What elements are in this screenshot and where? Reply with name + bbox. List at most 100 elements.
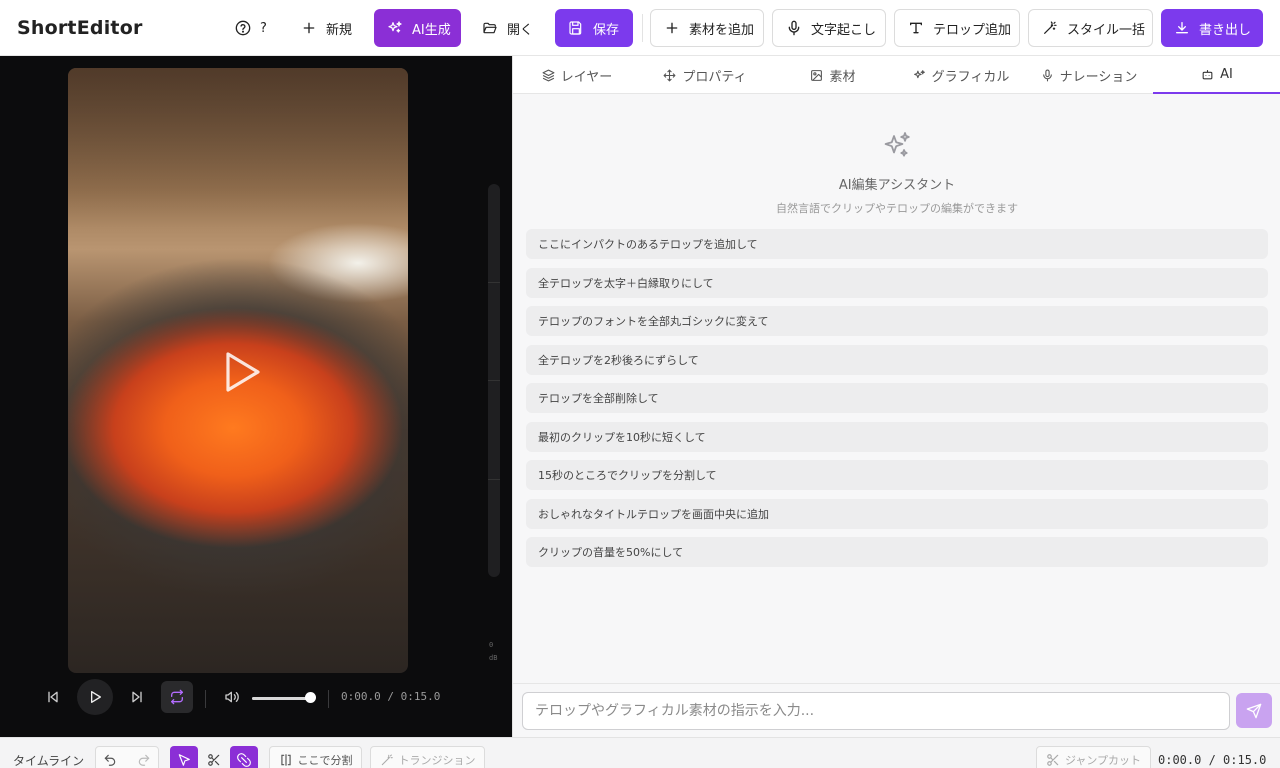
mic-icon (1042, 69, 1052, 81)
timeline-toolbar: タイムライン ここで分割 トランジション ジャンプカット 0:00.0 / 0:… (0, 737, 1280, 768)
ai-generate-label: AI生成 (412, 22, 451, 38)
new-label: 新規 (326, 22, 353, 38)
ai-prompt-input[interactable] (522, 692, 1230, 730)
app-header: ShortEditor ? 新規 AI生成 開く 保存 素材を追加 文字起こし … (0, 0, 1280, 56)
new-button[interactable]: 新規 (288, 9, 365, 47)
undo-button[interactable] (96, 753, 125, 767)
undo-icon (105, 754, 116, 766)
transcribe-label: 文字起こし (811, 22, 877, 38)
save-label: 保存 (593, 22, 620, 38)
ai-suggestion-item[interactable]: おしゃれなタイトルテロップを画面中央に追加 (526, 498, 1268, 529)
repeat-icon (171, 689, 183, 705)
panel-tabs: レイヤー プロパティ 素材 グラフィカル ナレーション AI (513, 56, 1280, 94)
ai-suggestion-item[interactable]: 15秒のところでクリップを分割して (526, 460, 1268, 490)
ai-assistant-subtitle: 自然言語でクリップやテロップの編集ができます (776, 202, 1018, 215)
help-label: ? (260, 20, 267, 36)
jumpcut-button[interactable]: ジャンプカット (1036, 746, 1151, 768)
ai-suggestion-item[interactable]: クリップの音量を50%にして (526, 537, 1268, 567)
skip-forward-button[interactable] (121, 681, 153, 713)
sparkles-icon (913, 69, 925, 78)
ai-input-bar (513, 683, 1280, 737)
ai-suggestion-item[interactable]: ここにインパクトのあるテロップを追加して (526, 229, 1268, 259)
move-icon (663, 69, 676, 81)
volume-icon (225, 691, 239, 703)
select-tool-button[interactable] (170, 746, 198, 768)
timeline-time: 0:00.0 / 0:15.0 (1158, 753, 1267, 767)
audio-meter (488, 184, 500, 577)
skip-back-icon (48, 691, 58, 703)
ai-suggestion-item[interactable]: 最初のクリップを10秒に短くして (526, 421, 1268, 452)
style-all-button[interactable]: スタイル一括 (1028, 9, 1153, 47)
layers-icon (542, 69, 555, 81)
skip-forward-icon (132, 691, 142, 703)
add-caption-label: テロップ追加 (933, 22, 1012, 38)
preview-area: 0 dB 0:00.0 / 0:15.0 (0, 56, 512, 737)
video-canvas[interactable] (68, 68, 408, 673)
volume-slider[interactable] (252, 697, 312, 700)
save-button[interactable]: 保存 (555, 9, 633, 47)
ai-generate-button[interactable]: AI生成 (374, 9, 461, 47)
redo-button[interactable] (130, 753, 159, 767)
skip-back-button[interactable] (37, 681, 69, 713)
help-circle-icon (235, 20, 251, 36)
side-panel: レイヤー プロパティ 素材 グラフィカル ナレーション AI AI編集アシスタン… (512, 56, 1280, 737)
meter-label-top: 0 (489, 641, 494, 649)
split-here-button[interactable]: ここで分割 (269, 746, 362, 768)
split-icon (280, 753, 291, 766)
magic-wand-icon (1044, 21, 1057, 34)
help-button[interactable]: ? (222, 9, 280, 47)
play-button[interactable] (77, 679, 113, 715)
ai-suggestion-item[interactable]: テロップを全部削除して (526, 383, 1268, 413)
tab-media[interactable]: 素材 (769, 56, 897, 94)
player-controls: 0:00.0 / 0:15.0 (40, 678, 500, 718)
magic-wand-icon (381, 754, 393, 765)
tab-properties[interactable]: プロパティ (641, 56, 769, 94)
open-button[interactable]: 開く (469, 9, 546, 47)
volume-slider-handle[interactable] (305, 692, 317, 703)
volume-button[interactable] (216, 681, 248, 713)
add-caption-button[interactable]: テロップ追加 (894, 9, 1020, 47)
tab-graphical[interactable]: グラフィカル (897, 56, 1025, 94)
magnet-icon (237, 752, 251, 767)
play-icon (91, 691, 101, 703)
export-button[interactable]: 書き出し (1161, 9, 1263, 47)
cut-tool-button[interactable] (200, 746, 228, 768)
style-all-label: スタイル一括 (1067, 22, 1146, 38)
app-logo: ShortEditor (17, 17, 143, 39)
scissors-icon (1047, 753, 1059, 766)
download-icon (1176, 22, 1188, 34)
send-icon (1246, 703, 1262, 718)
scissors-icon (208, 753, 220, 766)
text-icon (910, 22, 922, 34)
loop-toggle[interactable] (161, 681, 193, 713)
image-icon (811, 69, 823, 81)
export-label: 書き出し (1199, 22, 1252, 38)
transcribe-button[interactable]: 文字起こし (772, 9, 886, 47)
add-media-button[interactable]: 素材を追加 (650, 9, 764, 47)
play-overlay-icon[interactable] (222, 350, 262, 394)
tab-layers[interactable]: レイヤー (513, 56, 641, 94)
ai-assistant-title: AI編集アシスタント (838, 178, 956, 193)
ai-sparkle-icon (884, 132, 910, 157)
bot-icon (1202, 69, 1213, 79)
magnet-snap-toggle[interactable] (230, 746, 258, 768)
undo-redo-group (95, 746, 159, 768)
tab-narration[interactable]: ナレーション (1025, 56, 1153, 94)
tab-ai[interactable]: AI (1153, 56, 1280, 94)
folder-open-icon (483, 22, 497, 34)
meter-label-bottom: dB (489, 654, 498, 662)
save-icon (569, 21, 582, 35)
plus-icon (303, 22, 315, 34)
sparkles-icon (388, 21, 402, 33)
timeline-label: タイムライン (13, 754, 85, 768)
ai-suggestion-item[interactable]: 全テロップを太字＋白縁取りにして (526, 267, 1268, 298)
transition-button[interactable]: トランジション (370, 746, 485, 768)
toolbar-divider (642, 14, 643, 42)
send-button[interactable] (1236, 693, 1272, 728)
plus-icon (666, 22, 678, 34)
open-label: 開く (507, 22, 534, 38)
cursor-icon (178, 753, 190, 766)
ai-suggestion-item[interactable]: 全テロップを2秒後ろにずらして (526, 344, 1268, 375)
redo-icon (138, 754, 149, 766)
ai-suggestion-item[interactable]: テロップのフォントを全部丸ゴシックに変えて (526, 306, 1268, 336)
